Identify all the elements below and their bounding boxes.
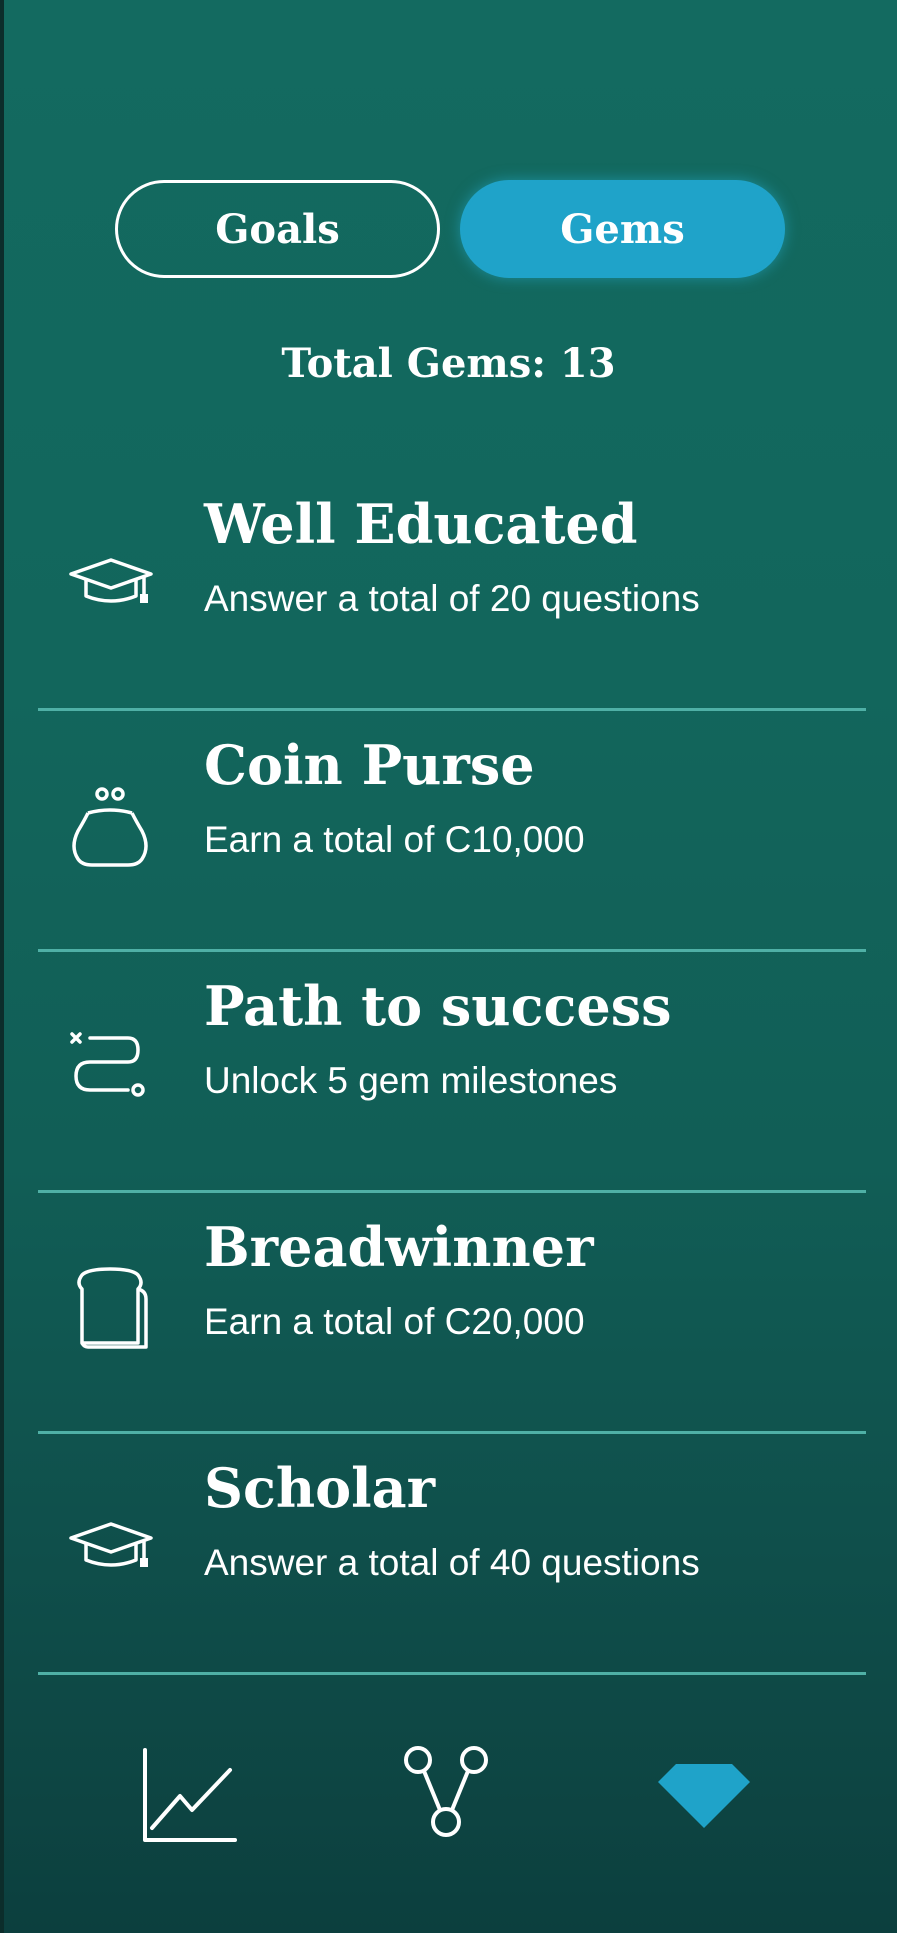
line-chart-icon[interactable] — [130, 1730, 250, 1850]
gem-description: Earn a total of C20,000 — [204, 1301, 585, 1342]
gem-item-path-to-success[interactable]: Path to success Unlock 5 gem milestones — [38, 952, 866, 1193]
coin-purse-icon — [72, 787, 148, 867]
total-gems-label: Total Gems: 13 — [281, 340, 616, 387]
gem-description: Answer a total of 40 questions — [204, 1542, 700, 1583]
gem-description: Answer a total of 20 questions — [204, 578, 700, 619]
goals-gems-toggle: Goals Gems — [115, 180, 785, 282]
network-nodes-icon[interactable] — [386, 1730, 506, 1850]
gem-title: Path to success — [204, 974, 672, 1038]
gem-item-coin-purse[interactable]: Coin Purse Earn a total of C10,000 — [38, 711, 866, 952]
bottom-nav — [0, 1730, 897, 1880]
gem-title: Coin Purse — [204, 733, 535, 797]
goals-tab[interactable]: Goals — [115, 180, 440, 278]
gem-title: Breadwinner — [204, 1215, 594, 1279]
gem-item-well-educated[interactable]: Well Educated Answer a total of 20 quest… — [38, 470, 866, 711]
gem-title: Well Educated — [204, 492, 638, 556]
bread-loaf-icon — [77, 1267, 148, 1349]
gem-title: Scholar — [204, 1456, 436, 1520]
graduation-cap-icon — [69, 1522, 153, 1567]
gem-description: Earn a total of C10,000 — [204, 819, 585, 860]
left-edge — [0, 0, 4, 1933]
gem-list: Well Educated Answer a total of 20 quest… — [38, 470, 866, 1675]
gem-item-breadwinner[interactable]: Breadwinner Earn a total of C20,000 — [38, 1193, 866, 1434]
path-route-icon — [70, 1032, 145, 1097]
gems-screen: Goals Gems Total Gems: 13 Well Educated … — [0, 0, 897, 1933]
gem-item-scholar[interactable]: Scholar Answer a total of 40 questions — [38, 1434, 866, 1675]
gems-tab[interactable]: Gems — [460, 180, 785, 278]
diamond-gem-icon[interactable] — [644, 1730, 764, 1850]
graduation-cap-icon — [69, 558, 153, 603]
gem-description: Unlock 5 gem milestones — [204, 1060, 618, 1101]
